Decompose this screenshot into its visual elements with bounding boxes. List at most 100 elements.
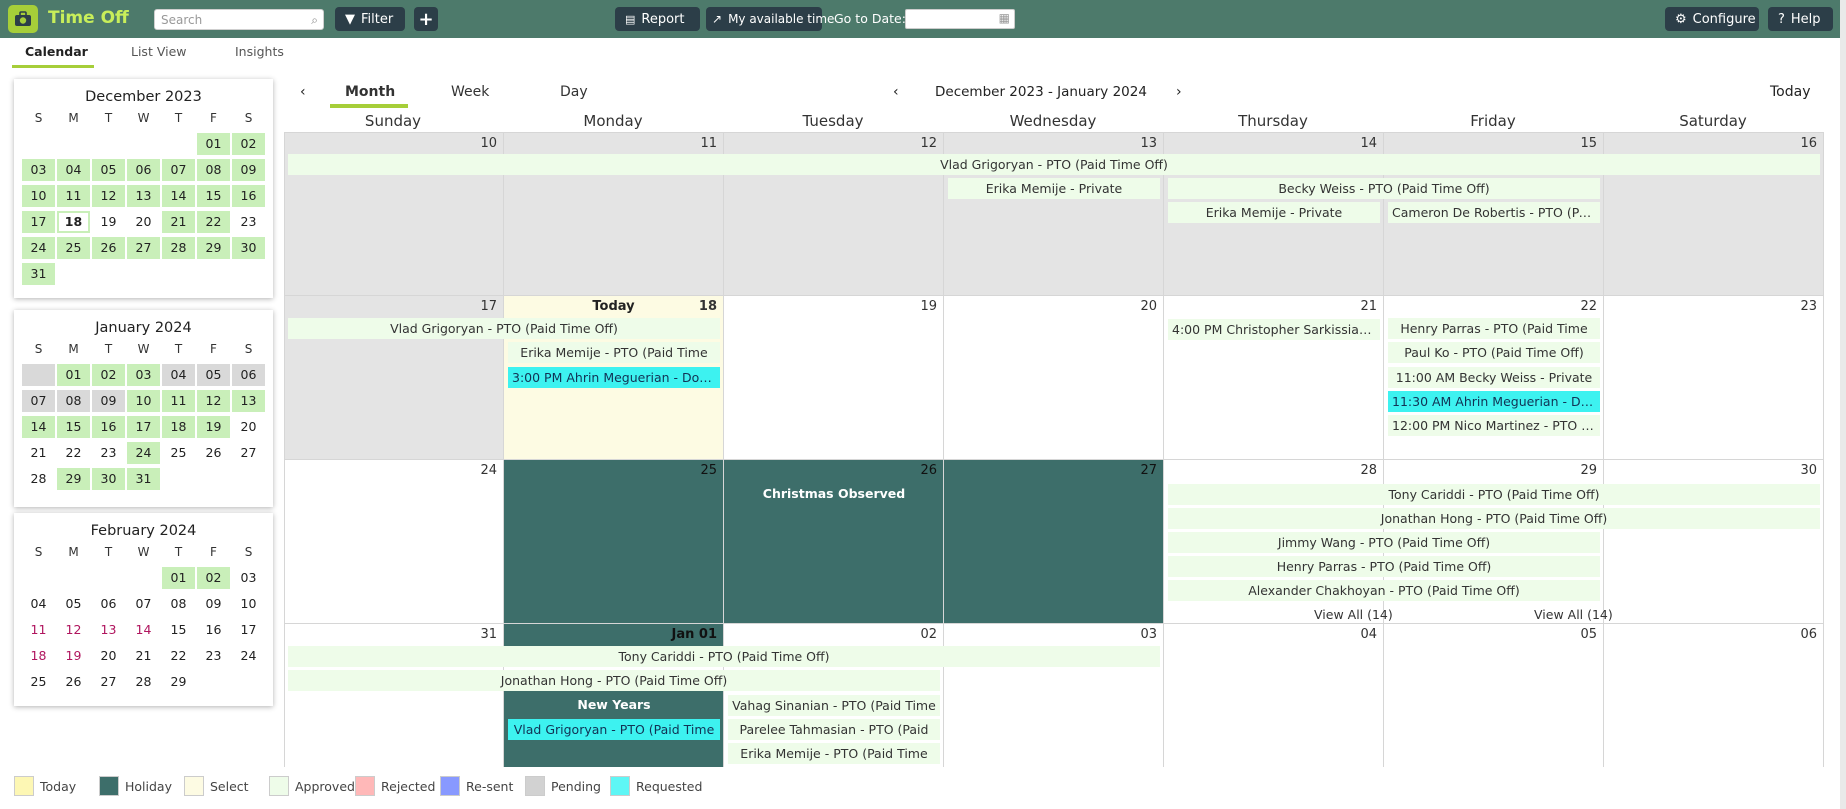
mini-day[interactable]: 28 bbox=[162, 237, 195, 259]
view-month[interactable]: Month bbox=[345, 84, 395, 100]
mini-day[interactable]: 05 bbox=[57, 593, 90, 615]
mini-day[interactable]: 11 bbox=[22, 619, 55, 641]
mini-day[interactable]: 28 bbox=[22, 468, 55, 490]
mini-day[interactable]: 23 bbox=[92, 442, 125, 464]
event-bar[interactable]: Tony Cariddi - PTO (Paid Time Off) bbox=[1168, 484, 1820, 505]
mini-day[interactable]: 19 bbox=[197, 416, 230, 438]
event-bar[interactable]: Alexander Chakhoyan - PTO (Paid Time Off… bbox=[1168, 580, 1600, 601]
mini-day[interactable]: 08 bbox=[57, 390, 90, 412]
mini-day[interactable]: 18 bbox=[57, 211, 90, 233]
mini-day[interactable]: 18 bbox=[22, 645, 55, 667]
event-bar[interactable]: 11:00 AM Becky Weiss - Private bbox=[1388, 367, 1600, 388]
calendar-icon[interactable]: ▦ bbox=[999, 11, 1010, 25]
event-bar[interactable]: Erika Memije - PTO (Paid Time bbox=[508, 342, 720, 363]
mini-day[interactable]: 25 bbox=[22, 671, 55, 693]
event-bar[interactable]: Jonathan Hong - PTO (Paid Time Off) bbox=[1168, 508, 1820, 529]
event-bar[interactable]: 4:00 PM Christopher Sarkissian - ... bbox=[1168, 319, 1380, 340]
app-logo[interactable] bbox=[8, 5, 38, 33]
mini-day[interactable]: 20 bbox=[92, 645, 125, 667]
mini-day[interactable]: 24 bbox=[22, 237, 55, 259]
view-all-link[interactable]: View All (14) bbox=[1314, 607, 1393, 622]
day-cell[interactable]: 23 bbox=[1604, 296, 1824, 460]
event-bar-requested[interactable]: Vlad Grigoryan - PTO (Paid Time bbox=[508, 719, 720, 740]
report-button[interactable]: ▤ Report bbox=[615, 7, 700, 31]
mini-day[interactable]: 21 bbox=[162, 211, 195, 233]
mini-day[interactable]: 18 bbox=[162, 416, 195, 438]
mini-day[interactable]: 25 bbox=[162, 442, 195, 464]
mini-day[interactable]: 13 bbox=[92, 619, 125, 641]
event-bar[interactable]: Vlad Grigoryan - PTO (Paid Time Off) bbox=[288, 154, 1820, 175]
view-all-link[interactable]: View All (14) bbox=[1534, 607, 1613, 622]
goto-date-input[interactable]: ▦ bbox=[905, 9, 1015, 29]
mini-day[interactable]: 26 bbox=[57, 671, 90, 693]
event-bar[interactable]: Erika Memije - Private bbox=[1168, 202, 1380, 223]
event-bar[interactable]: Jimmy Wang - PTO (Paid Time Off) bbox=[1168, 532, 1600, 553]
mini-day[interactable]: 16 bbox=[92, 416, 125, 438]
mini-day[interactable]: 02 bbox=[197, 567, 230, 589]
mini-day[interactable]: 17 bbox=[127, 416, 160, 438]
mini-day[interactable]: 06 bbox=[232, 364, 265, 386]
event-bar[interactable]: Jonathan Hong - PTO (Paid Time Off) bbox=[288, 670, 940, 691]
mini-day[interactable]: 30 bbox=[92, 468, 125, 490]
mini-day[interactable]: 08 bbox=[197, 159, 230, 181]
mini-day[interactable]: 15 bbox=[57, 416, 90, 438]
mini-day[interactable]: 07 bbox=[22, 390, 55, 412]
mini-day[interactable]: 02 bbox=[232, 133, 265, 155]
mini-day[interactable]: 01 bbox=[162, 567, 195, 589]
event-bar[interactable]: Tony Cariddi - PTO (Paid Time Off) bbox=[288, 646, 1160, 667]
help-button[interactable]: ? Help bbox=[1768, 7, 1833, 31]
mini-day[interactable]: 14 bbox=[22, 416, 55, 438]
add-button[interactable]: + bbox=[414, 7, 438, 31]
mini-day[interactable]: 24 bbox=[232, 645, 265, 667]
mini-day[interactable]: 03 bbox=[22, 159, 55, 181]
day-cell[interactable]: 20 bbox=[944, 296, 1164, 460]
mini-day[interactable]: 12 bbox=[197, 390, 230, 412]
mini-day[interactable]: 07 bbox=[162, 159, 195, 181]
mini-day[interactable]: 10 bbox=[127, 390, 160, 412]
mini-day[interactable]: 31 bbox=[22, 263, 55, 285]
mini-day[interactable]: 12 bbox=[92, 185, 125, 207]
mini-day[interactable]: 25 bbox=[57, 237, 90, 259]
mini-day[interactable]: 02 bbox=[92, 364, 125, 386]
mini-day[interactable]: 14 bbox=[127, 619, 160, 641]
mini-day[interactable]: 09 bbox=[197, 593, 230, 615]
prev-month-icon[interactable]: ‹ bbox=[893, 84, 899, 100]
configure-button[interactable]: ⚙ Configure bbox=[1665, 7, 1759, 31]
mini-day[interactable]: 21 bbox=[127, 645, 160, 667]
mini-day[interactable]: 10 bbox=[232, 593, 265, 615]
mini-day[interactable]: 04 bbox=[57, 159, 90, 181]
mini-day[interactable]: 03 bbox=[232, 567, 265, 589]
event-bar[interactable]: Henry Parras - PTO (Paid Time Off) bbox=[1168, 556, 1600, 577]
mini-day[interactable]: 23 bbox=[232, 211, 265, 233]
event-bar[interactable]: Vlad Grigoryan - PTO (Paid Time Off) bbox=[288, 318, 720, 339]
mini-day[interactable]: 22 bbox=[197, 211, 230, 233]
mini-day[interactable]: 13 bbox=[232, 390, 265, 412]
tab-list-view[interactable]: List View bbox=[131, 44, 187, 59]
mini-day[interactable]: 04 bbox=[162, 364, 195, 386]
mini-day[interactable]: 07 bbox=[127, 593, 160, 615]
mini-day[interactable]: 15 bbox=[197, 185, 230, 207]
mini-day[interactable]: 05 bbox=[92, 159, 125, 181]
mini-day[interactable]: 16 bbox=[197, 619, 230, 641]
mini-day[interactable]: 11 bbox=[162, 390, 195, 412]
mini-day[interactable]: 27 bbox=[92, 671, 125, 693]
mini-day[interactable]: 20 bbox=[232, 416, 265, 438]
event-bar[interactable]: Becky Weiss - PTO (Paid Time Off) bbox=[1168, 178, 1600, 199]
mini-day[interactable]: 29 bbox=[162, 671, 195, 693]
day-cell[interactable]: 06 bbox=[1604, 624, 1824, 767]
day-cell[interactable]: 24 bbox=[284, 460, 504, 624]
mini-day[interactable]: 08 bbox=[162, 593, 195, 615]
day-cell[interactable]: 05 bbox=[1384, 624, 1604, 767]
available-time-button[interactable]: ↗ My available time bbox=[706, 7, 834, 31]
event-bar-requested[interactable]: 3:00 PM Ahrin Meguerian - Docto... bbox=[508, 367, 720, 388]
event-bar[interactable]: Parelee Tahmasian - PTO (Paid bbox=[728, 719, 940, 740]
mini-day[interactable]: 09 bbox=[92, 390, 125, 412]
mini-day[interactable]: 11 bbox=[57, 185, 90, 207]
mini-day[interactable]: 15 bbox=[162, 619, 195, 641]
tab-insights[interactable]: Insights bbox=[235, 44, 284, 59]
tab-calendar[interactable]: Calendar bbox=[25, 44, 88, 59]
mini-day[interactable]: 19 bbox=[92, 211, 125, 233]
event-bar[interactable]: Erika Memije - PTO (Paid Time bbox=[728, 743, 940, 764]
view-day[interactable]: Day bbox=[560, 84, 588, 100]
mini-day[interactable]: 12 bbox=[57, 619, 90, 641]
